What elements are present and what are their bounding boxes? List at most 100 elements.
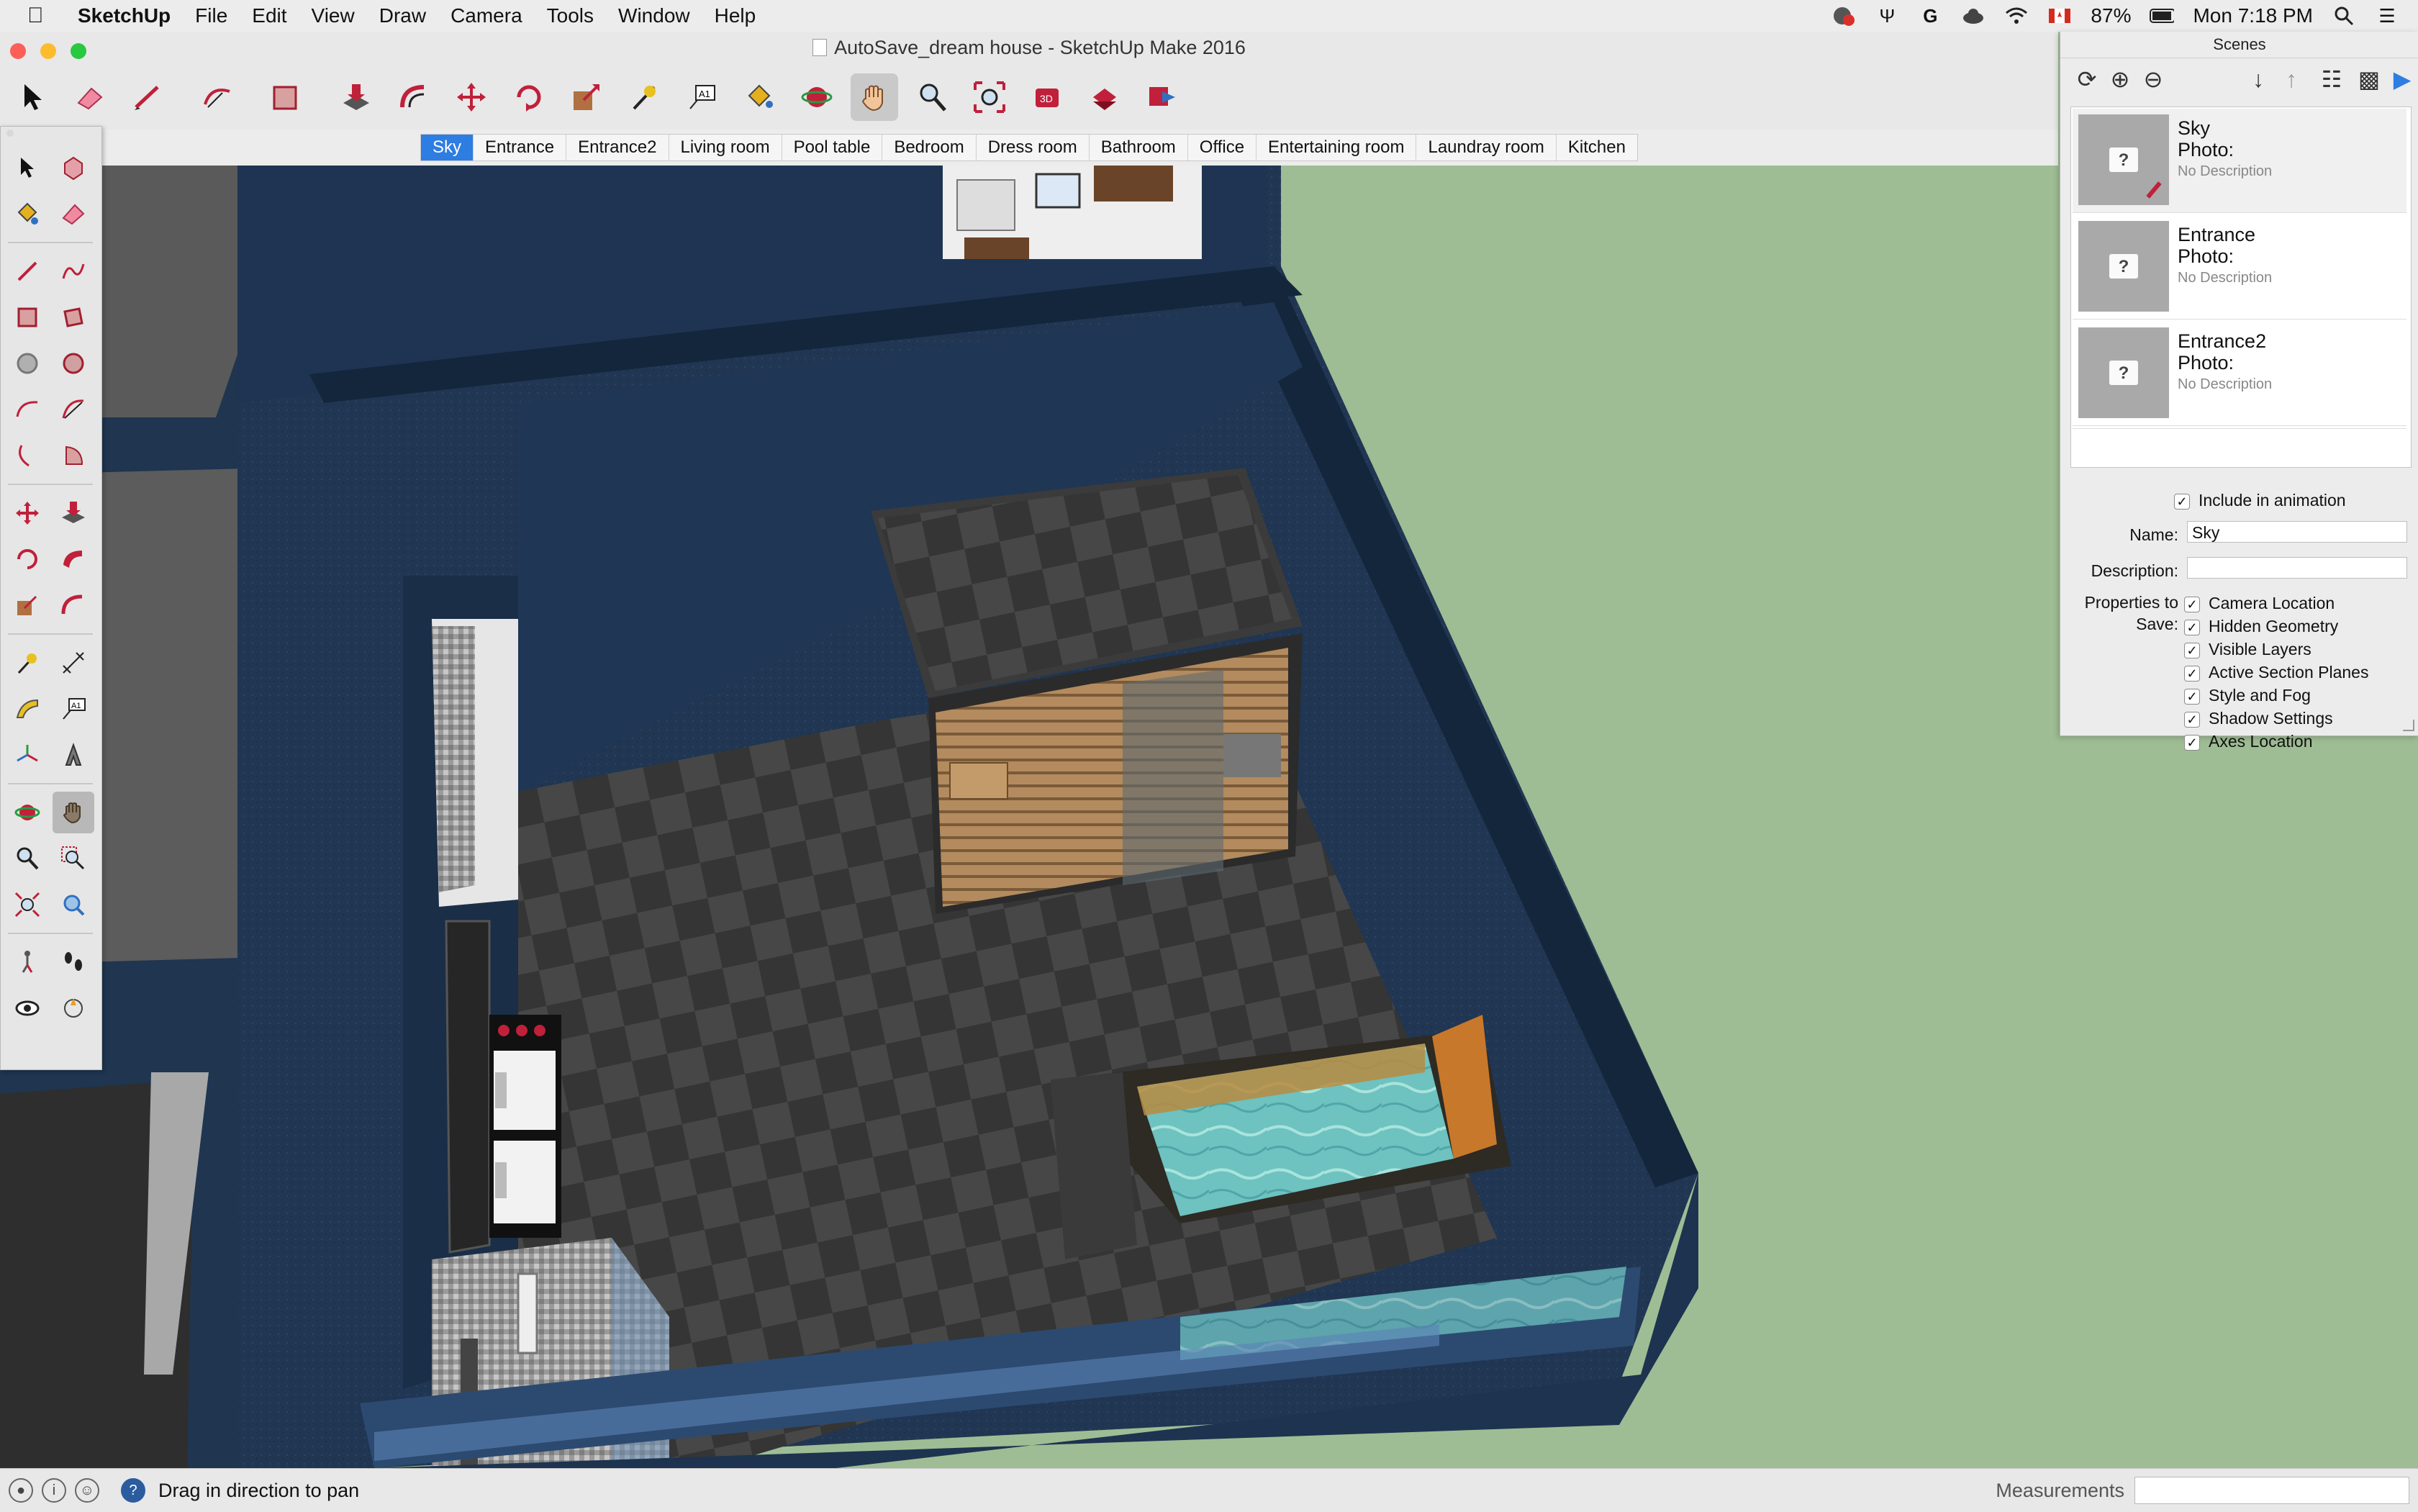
hide-details-icon[interactable]: ▩ [2353,63,2386,96]
update-scene-icon[interactable]: ⟳ [2070,63,2104,96]
credits-icon[interactable]: i [42,1478,66,1503]
cloud-app-icon[interactable] [1961,6,1985,26]
select-tool-icon[interactable] [6,147,48,189]
scale-tool-icon[interactable] [563,73,610,121]
rectangle-tool-icon[interactable] [262,73,309,121]
tape-measure-tool-icon[interactable] [6,642,48,684]
visible-layers-checkbox[interactable]: ✓ [2184,642,2200,658]
tab-entertaining-room[interactable]: Entertaining room [1256,135,1417,160]
move-tool-icon[interactable] [6,492,48,534]
spotlight-search-icon[interactable] [2332,6,2356,26]
paint-bucket-tool-icon[interactable] [6,193,48,235]
tab-living-room[interactable]: Living room [669,135,782,160]
notification-center-icon[interactable]: ☰ [2375,5,2399,27]
offset-tool-icon[interactable] [390,73,438,121]
menu-draw[interactable]: Draw [379,4,426,27]
eraser-tool-icon[interactable] [66,73,114,121]
notification-app-icon[interactable] [1831,6,1856,26]
panel-menu-icon[interactable]: ▶ [2386,63,2418,96]
shadow-settings-checkbox[interactable]: ✓ [2184,711,2200,728]
select-tool-icon[interactable] [9,73,56,121]
footprints-tool-icon[interactable] [53,941,94,983]
menu-tools[interactable]: Tools [547,4,594,27]
tab-entrance[interactable]: Entrance [474,135,567,160]
push-pull-tool-icon[interactable] [53,492,94,534]
apple-menu-icon[interactable]:  [27,4,56,28]
3d-warehouse-icon[interactable]: 3D [1023,73,1071,121]
3d-text-tool-icon[interactable] [53,734,94,776]
position-camera-tool-icon[interactable] [53,884,94,925]
menu-help[interactable]: Help [715,4,756,27]
axes-location-checkbox[interactable]: ✓ [2184,734,2200,751]
move-scene-up-icon[interactable]: ↑ [2275,63,2308,96]
hidden-geometry-checkbox[interactable]: ✓ [2184,619,2200,635]
extension-warehouse-icon[interactable] [1138,73,1186,121]
menu-window[interactable]: Window [618,4,690,27]
two-point-arc-tool-icon[interactable] [53,389,94,430]
zoom-window-tool-icon[interactable] [53,838,94,879]
wifi-icon[interactable] [2004,6,2029,26]
palette-close-icon[interactable] [6,130,14,137]
remove-scene-icon[interactable]: ⊖ [2137,63,2170,96]
share-model-icon[interactable] [1081,73,1128,121]
move-tool-icon[interactable] [448,73,495,121]
menu-view[interactable]: View [312,4,355,27]
tape-measure-tool-icon[interactable] [620,73,668,121]
rotate-tool-icon[interactable] [6,538,48,580]
dimension-tool-icon[interactable] [53,642,94,684]
scene-name-field[interactable]: Sky [2187,521,2407,543]
view-options-icon[interactable]: ☷ [2315,63,2348,96]
tab-sky[interactable]: Sky [421,135,474,160]
scene-card-sky[interactable]: ? Sky Photo: No Description [2073,109,2406,213]
scene-card-entrance[interactable]: ? Entrance Photo: No Description [2073,215,2406,320]
zoom-window-button[interactable] [71,43,86,59]
move-scene-down-icon[interactable]: ↓ [2242,63,2275,96]
look-around-tool-icon[interactable] [6,987,48,1029]
include-in-animation-checkbox[interactable]: ✓ [2174,493,2190,510]
tab-bathroom[interactable]: Bathroom [1090,135,1188,160]
tab-entrance2[interactable]: Entrance2 [566,135,669,160]
offset-tool-icon[interactable] [53,584,94,626]
app-menu[interactable]: SketchUp [78,4,171,27]
close-window-button[interactable] [10,43,26,59]
three-point-arc-tool-icon[interactable] [6,435,48,476]
tab-dress-room[interactable]: Dress room [977,135,1090,160]
line-tool-icon[interactable] [6,250,48,292]
polygon-tool-icon[interactable] [53,343,94,384]
zoom-tool-icon[interactable] [908,73,956,121]
fork-app-icon[interactable]: Ψ [1875,5,1899,27]
section-plane-tool-icon[interactable] [53,987,94,1029]
help-icon[interactable]: ? [121,1478,145,1503]
paint-bucket-tool-icon[interactable] [735,73,783,121]
walk-tool-icon[interactable] [6,941,48,983]
pie-tool-icon[interactable] [53,435,94,476]
tab-pool-table[interactable]: Pool table [782,135,883,160]
scene-list[interactable]: ? Sky Photo: No Description ? Entrance P… [2070,107,2412,468]
circle-tool-icon[interactable] [6,343,48,384]
camera-location-checkbox[interactable]: ✓ [2184,596,2200,612]
geolocation-icon[interactable]: ● [9,1478,33,1503]
orbit-tool-icon[interactable] [793,73,841,121]
scale-tool-icon[interactable] [6,584,48,626]
model-viewport[interactable] [0,166,2418,1512]
tab-laundray-room[interactable]: Laundray room [1416,135,1557,160]
measurements-field[interactable] [2134,1477,2409,1504]
zoom-extents-tool-icon[interactable] [6,884,48,925]
follow-me-tool-icon[interactable] [53,538,94,580]
minimize-window-button[interactable] [40,43,56,59]
canada-flag-icon[interactable] [2047,6,2072,26]
rectangle-tool-icon[interactable] [6,296,48,338]
axes-tool-icon[interactable] [6,734,48,776]
freehand-tool-icon[interactable] [53,250,94,292]
active-section-planes-checkbox[interactable]: ✓ [2184,665,2200,682]
pan-tool-icon[interactable] [851,73,898,121]
push-pull-tool-icon[interactable] [332,73,380,121]
tab-bedroom[interactable]: Bedroom [882,135,977,160]
google-icon[interactable]: G [1918,5,1942,27]
text-tool-icon[interactable]: A1 [53,688,94,730]
tab-office[interactable]: Office [1188,135,1257,160]
panel-resize-handle-icon[interactable] [2403,720,2414,731]
eraser-tool-icon[interactable] [53,193,94,235]
add-scene-icon[interactable]: ⊕ [2104,63,2137,96]
zoom-extents-tool-icon[interactable] [966,73,1013,121]
